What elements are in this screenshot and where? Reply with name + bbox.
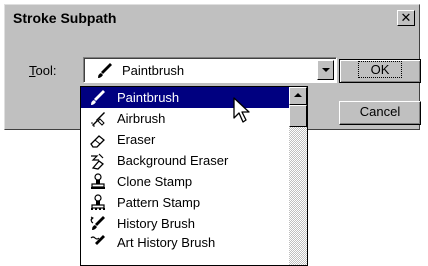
- eraser-icon: [90, 135, 105, 148]
- paintbrush-icon: [91, 90, 105, 105]
- scroll-thumb[interactable]: [289, 105, 307, 127]
- tool-select[interactable]: Paintbrush: [83, 57, 337, 83]
- tool-dropdown-list[interactable]: Paintbrush Airbrush Eraser Background Er…: [80, 86, 308, 266]
- ok-button[interactable]: OK: [339, 59, 421, 83]
- list-item-history-brush[interactable]: History Brush: [81, 213, 307, 234]
- paintbrush-icon: [98, 63, 112, 78]
- dropdown-scrollbar[interactable]: [289, 87, 307, 265]
- close-button[interactable]: ✕: [397, 10, 415, 26]
- scroll-up-button[interactable]: [289, 87, 307, 105]
- title-bar: Stroke Subpath ✕: [7, 7, 417, 29]
- airbrush-icon: [91, 112, 105, 127]
- mouse-pointer-icon: [233, 97, 250, 123]
- pattern-stamp-icon: [91, 194, 105, 210]
- list-item-art-history-brush[interactable]: Art History Brush: [81, 232, 307, 253]
- list-item-pattern-stamp[interactable]: Pattern Stamp: [81, 192, 307, 213]
- list-item-airbrush[interactable]: Airbrush: [81, 108, 307, 129]
- list-item-eraser[interactable]: Eraser: [81, 129, 307, 150]
- tool-label: Tool:: [29, 63, 57, 78]
- list-item-background-eraser[interactable]: Background Eraser: [81, 150, 307, 171]
- history-brush-icon: [90, 216, 105, 230]
- list-item-clone-stamp[interactable]: Clone Stamp: [81, 171, 307, 192]
- art-history-brush-icon: [90, 235, 105, 245]
- tool-select-value: Paintbrush: [122, 63, 185, 78]
- dropdown-arrow-button[interactable]: [317, 60, 334, 80]
- close-icon: ✕: [400, 10, 412, 25]
- list-item-paintbrush[interactable]: Paintbrush: [81, 87, 307, 108]
- dialog-title: Stroke Subpath: [13, 10, 117, 26]
- clone-stamp-icon: [91, 173, 105, 189]
- background-eraser-icon: [91, 153, 104, 170]
- cancel-button[interactable]: Cancel: [339, 101, 421, 125]
